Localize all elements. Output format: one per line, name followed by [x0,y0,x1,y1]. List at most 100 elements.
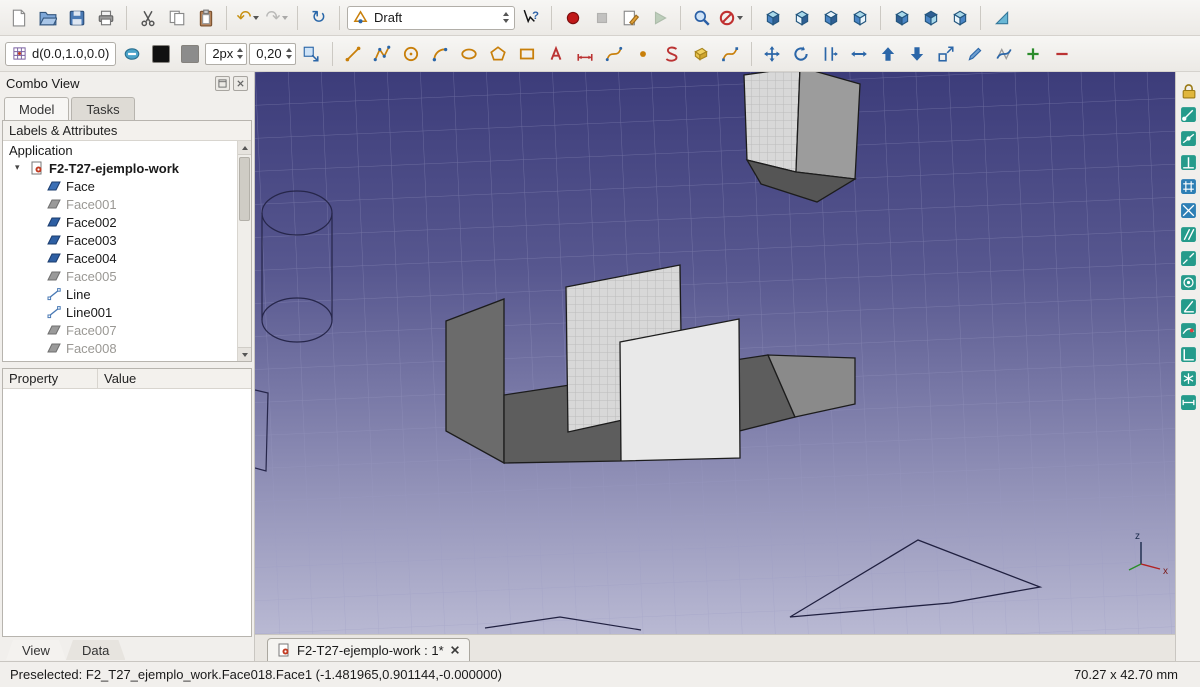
property-table-body[interactable] [3,389,251,636]
zoom-box-icon[interactable] [688,4,715,31]
draft-text-icon[interactable] [543,40,570,67]
draft-rectangle-icon[interactable] [514,40,541,67]
tree-item-face007[interactable]: Face007 [3,321,237,339]
draft-ellipse-icon[interactable] [456,40,483,67]
snap-lock-icon[interactable] [1178,80,1198,100]
panel-float-button[interactable] [215,76,230,91]
tree-item-face[interactable]: Face [3,177,237,195]
refresh-icon[interactable]: ↻ [305,4,332,31]
tree-item-line001[interactable]: Line001 [3,303,237,321]
snap-near-icon[interactable] [1178,320,1198,340]
draft-upgrade-icon[interactable] [875,40,902,67]
paste-icon[interactable] [192,4,219,31]
snap-center-icon[interactable] [1178,272,1198,292]
snap-ortho-icon[interactable] [1178,344,1198,364]
redo-button[interactable]: ↷ [263,4,290,31]
hex-prism[interactable] [744,72,860,202]
draft-wire-to-bspline-icon[interactable] [991,40,1018,67]
tree-item-face008[interactable]: Face008 [3,339,237,357]
macro-play-icon[interactable] [646,4,673,31]
prism-grid-face[interactable] [744,72,800,172]
document-tab-close-icon[interactable] [450,645,460,655]
tab-model[interactable]: Model [4,97,69,120]
view-top-icon[interactable] [817,4,844,31]
snap-midpoint-icon[interactable] [1178,128,1198,148]
tab-tasks[interactable]: Tasks [71,97,134,120]
viewport-canvas[interactable]: z x [255,72,1175,634]
tree-item-face001[interactable]: Face001 [3,195,237,213]
whats-this-icon[interactable]: ? [517,4,544,31]
expander-icon[interactable]: ▾ [15,163,25,173]
snap-extension-icon[interactable] [1178,248,1198,268]
apply-style-icon[interactable] [298,40,325,67]
tab-data[interactable]: Data [66,640,125,660]
tree-item-line[interactable]: Line [3,285,237,303]
undo-button[interactable]: ↶ [234,4,261,31]
draft-bezier-icon[interactable] [717,40,744,67]
view-front-icon[interactable] [788,4,815,31]
working-plane-button[interactable]: d(0.0,1.0,0.0) [5,42,116,66]
tree-item-face002[interactable]: Face002 [3,213,237,231]
scrollbar-track[interactable] [238,155,251,347]
draft-dimension-icon[interactable] [572,40,599,67]
stepper-arrows[interactable] [286,48,292,59]
document-tab[interactable]: F2-T27-ejemplo-work : 1* [267,638,470,661]
panel-close-button[interactable] [233,76,248,91]
clipping-plane-button[interactable] [717,4,744,31]
macro-edit-icon[interactable] [617,4,644,31]
snap-endpoint-icon[interactable] [1178,104,1198,124]
view-bottom-icon[interactable] [917,4,944,31]
stepper-arrows[interactable] [237,48,243,59]
open-document-icon[interactable] [34,4,61,31]
snap-angle-icon[interactable] [1178,296,1198,316]
macro-stop-icon[interactable] [588,4,615,31]
snap-dimensions-icon[interactable] [1178,392,1198,412]
tree-scrollbar[interactable] [237,141,251,361]
viewport-3d[interactable]: z x [255,72,1175,634]
draft-move-icon[interactable] [759,40,786,67]
scroll-up-icon[interactable] [238,141,251,155]
draft-polyline-icon[interactable] [369,40,396,67]
draft-point-icon[interactable] [630,40,657,67]
draft-polygon-icon[interactable] [485,40,512,67]
snap-special-icon[interactable] [1178,368,1198,388]
view-right-icon[interactable] [846,4,873,31]
draft-trimex-icon[interactable] [846,40,873,67]
line-color-swatch[interactable] [147,40,174,67]
draft-downgrade-icon[interactable] [904,40,931,67]
view-rear-icon[interactable] [888,4,915,31]
construction-mode-icon[interactable] [118,40,145,67]
save-document-icon[interactable] [63,4,90,31]
macro-record-icon[interactable] [559,4,586,31]
tree-item-face005[interactable]: Face005 [3,267,237,285]
tree-item-clipped[interactable] [3,357,237,361]
draft-circle-icon[interactable] [398,40,425,67]
face-color-swatch[interactable] [176,40,203,67]
snap-perpendicular-icon[interactable] [1178,152,1198,172]
tree-item-application[interactable]: Application [3,141,237,159]
snap-parallel-icon[interactable] [1178,224,1198,244]
snap-grid-icon[interactable] [1178,176,1198,196]
snap-intersection-icon[interactable] [1178,200,1198,220]
draft-bspline-icon[interactable] [601,40,628,67]
draft-arc-icon[interactable] [427,40,454,67]
draft-rotate-icon[interactable] [788,40,815,67]
value-column[interactable]: Value [98,369,142,388]
draft-shapestring-icon[interactable] [659,40,686,67]
white-plate-face[interactable] [620,319,740,461]
new-document-icon[interactable] [5,4,32,31]
draft-offset-icon[interactable] [817,40,844,67]
view-left-icon[interactable] [946,4,973,31]
appearance-icon[interactable] [988,4,1015,31]
print-icon[interactable] [92,4,119,31]
draft-edit-icon[interactable] [962,40,989,67]
draft-delete-point-icon[interactable] [1049,40,1076,67]
tree-item-document[interactable]: ▾ F2-T27-ejemplo-work [3,159,237,177]
copy-icon[interactable] [163,4,190,31]
line-width-stepper[interactable]: 2px [205,43,247,65]
view-axonometric-icon[interactable] [759,4,786,31]
scroll-down-icon[interactable] [238,347,251,361]
draft-add-point-icon[interactable] [1020,40,1047,67]
cut-icon[interactable] [134,4,161,31]
draft-scale-icon[interactable] [933,40,960,67]
